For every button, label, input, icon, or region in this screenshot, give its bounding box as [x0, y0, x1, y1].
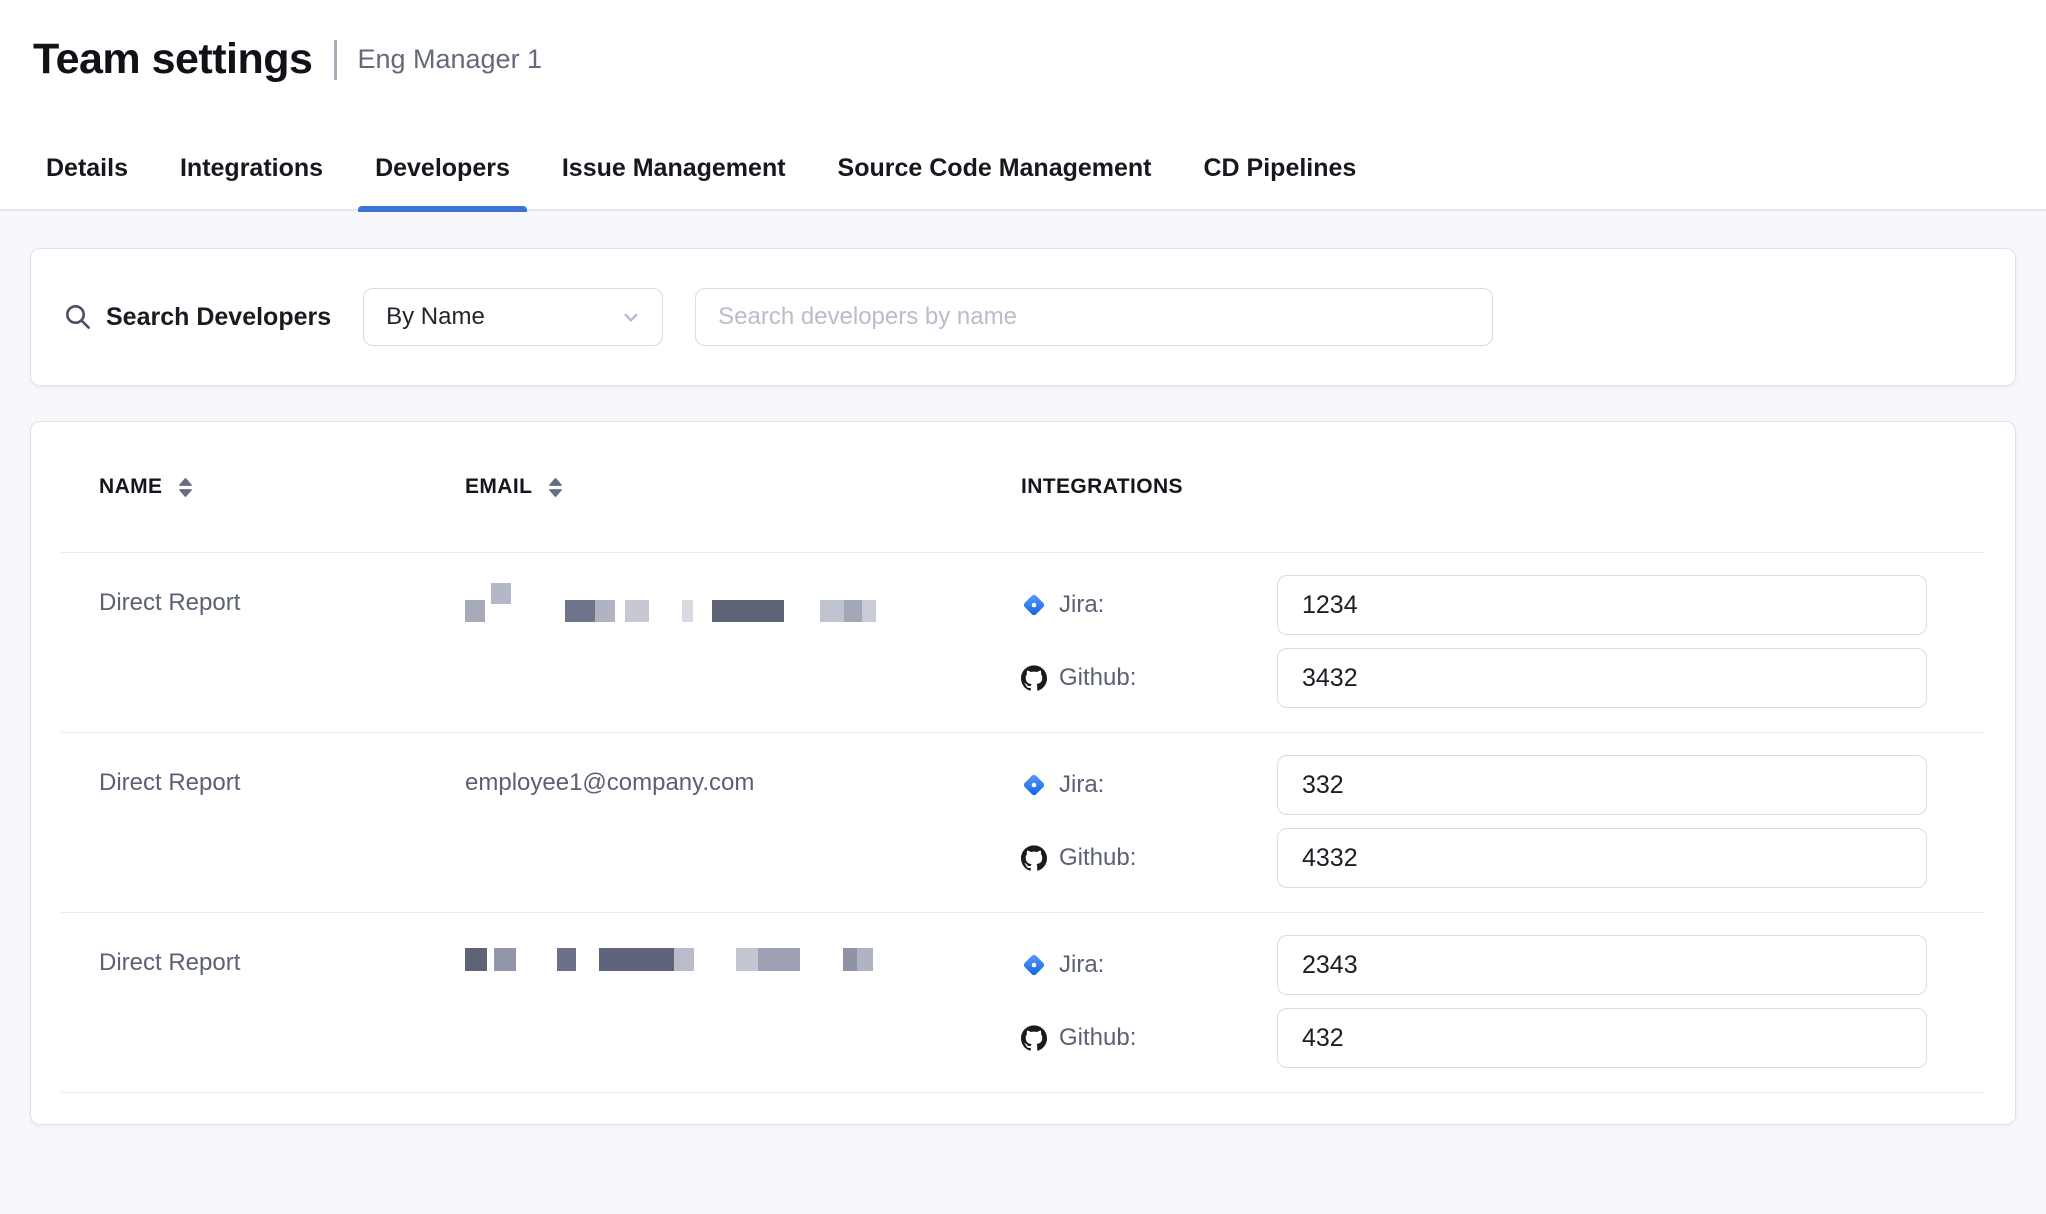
github-id-input[interactable]: [1277, 828, 1927, 888]
page-title: Team settings: [33, 34, 312, 84]
page-header: Team settings Eng Manager 1: [0, 0, 2046, 127]
title-separator: [334, 40, 337, 80]
table-row: Direct Report: [31, 913, 2015, 1092]
tab-integrations[interactable]: Integrations: [180, 126, 323, 210]
search-filter-select[interactable]: By Name: [363, 288, 663, 346]
github-id-input[interactable]: [1277, 1008, 1927, 1068]
column-header-email: EMAIL: [465, 475, 1021, 499]
github-icon: [1021, 845, 1047, 871]
integrations-cell: Jira: Github:: [1021, 913, 1957, 1092]
github-id-input[interactable]: [1277, 648, 1927, 708]
redacted-email: [465, 583, 1021, 629]
team-name-subtitle: Eng Manager 1: [357, 34, 542, 84]
tab-bar: Details Integrations Developers Issue Ma…: [0, 127, 2046, 211]
github-icon: [1021, 1025, 1047, 1051]
column-header-integrations: INTEGRATIONS: [1021, 475, 1957, 499]
jira-id-input[interactable]: [1277, 935, 1927, 995]
developer-email: employee1@company.com: [465, 733, 1021, 912]
jira-label: Jira:: [1059, 951, 1104, 979]
sort-name-icon[interactable]: [176, 476, 195, 499]
search-developers-label: Search Developers: [106, 303, 331, 332]
developer-name: Direct Report: [99, 553, 465, 732]
github-label: Github:: [1059, 1024, 1136, 1052]
tab-details[interactable]: Details: [46, 126, 128, 210]
chevron-down-icon: [618, 304, 644, 330]
tab-issue-management[interactable]: Issue Management: [562, 126, 786, 210]
jira-icon: [1021, 772, 1047, 798]
row-divider: [61, 1092, 1985, 1093]
developer-name: Direct Report: [99, 733, 465, 912]
search-input[interactable]: [695, 288, 1493, 346]
developer-email: [465, 553, 1021, 732]
tab-source-code-management[interactable]: Source Code Management: [838, 126, 1152, 210]
developer-email: [465, 913, 1021, 1092]
tab-cd-pipelines[interactable]: CD Pipelines: [1204, 126, 1357, 210]
integrations-cell: Jira: Github:: [1021, 733, 1957, 912]
jira-label: Jira:: [1059, 771, 1104, 799]
github-icon: [1021, 665, 1047, 691]
filter-selected-value: By Name: [386, 303, 485, 331]
integrations-cell: Jira: Github:: [1021, 553, 1957, 732]
jira-icon: [1021, 952, 1047, 978]
search-icon: [63, 302, 93, 332]
tab-developers[interactable]: Developers: [375, 126, 510, 210]
search-panel: Search Developers By Name: [30, 248, 2016, 386]
table-row: Direct Report: [31, 553, 2015, 732]
jira-label: Jira:: [1059, 591, 1104, 619]
developers-table: NAME EMAIL INTEGRATIONS: [30, 421, 2016, 1125]
github-label: Github:: [1059, 844, 1136, 872]
active-tab-underline: [358, 206, 527, 212]
github-label: Github:: [1059, 664, 1136, 692]
table-header-row: NAME EMAIL INTEGRATIONS: [31, 422, 2015, 552]
jira-id-input[interactable]: [1277, 575, 1927, 635]
jira-id-input[interactable]: [1277, 755, 1927, 815]
sort-email-icon[interactable]: [546, 476, 565, 499]
column-header-name: NAME: [99, 475, 465, 499]
table-row: Direct Report employee1@company.com Jira…: [31, 733, 2015, 912]
jira-icon: [1021, 592, 1047, 618]
redacted-email: [465, 937, 1021, 983]
developer-name: Direct Report: [99, 913, 465, 1092]
